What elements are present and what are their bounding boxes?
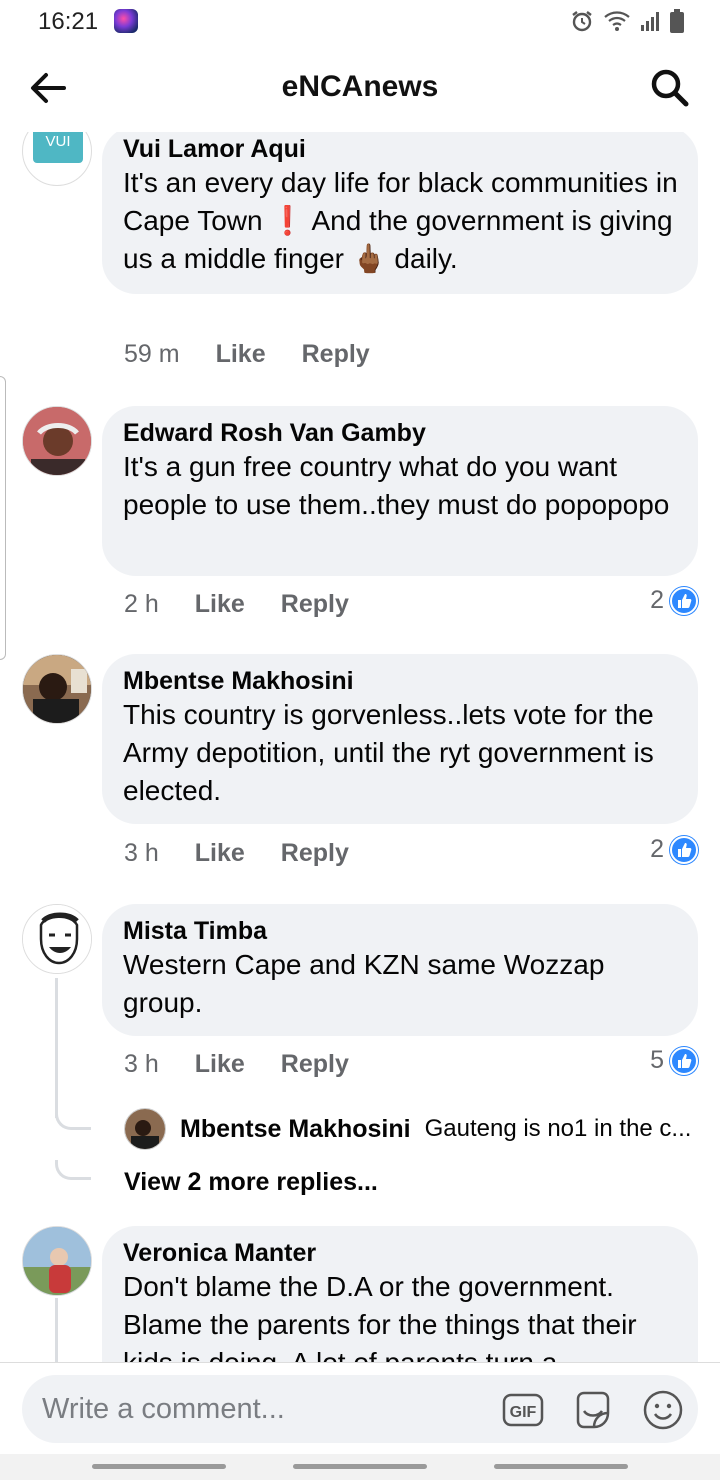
reaction-count: 2 <box>650 586 664 614</box>
wifi-icon <box>604 11 630 31</box>
profile-photo-icon <box>125 1109 165 1149</box>
like-button[interactable]: Like <box>216 340 266 369</box>
reply-preview[interactable]: Mbentse Makhosini Gauteng is no1 in the … <box>124 1108 691 1150</box>
thread-connector <box>55 1160 91 1180</box>
reaction-count: 2 <box>650 835 664 863</box>
page-title: eNCAnews <box>281 70 439 103</box>
avatar-logo-text: VUI <box>33 132 83 163</box>
comment-bubble[interactable]: Mista Timba Western Cape and KZN same Wo… <box>102 904 698 1036</box>
comment-actions: 3 h Like Reply <box>124 1050 349 1079</box>
status-bar: 16:21 <box>0 0 720 44</box>
comment-time[interactable]: 3 h <box>124 1050 159 1079</box>
comment-text: Don't blame the D.A or the government. B… <box>123 1271 637 1362</box>
comment-bubble[interactable]: Edward Rosh Van Gamby It's a gun free co… <box>102 406 698 576</box>
reply-button[interactable]: Reply <box>281 839 349 868</box>
meme-face-icon <box>23 905 91 973</box>
signal-icon <box>641 12 659 31</box>
comment-time[interactable]: 2 h <box>124 590 159 619</box>
view-more-replies-link[interactable]: View 2 more replies... <box>124 1168 378 1197</box>
home-nav-button[interactable] <box>293 1464 427 1469</box>
avatar[interactable]: VUI <box>22 132 92 186</box>
status-time: 16:21 <box>38 8 99 35</box>
comment-author[interactable]: Mista Timba <box>123 916 678 946</box>
comment-actions: 3 h Like Reply <box>124 839 349 868</box>
comment-text: Western Cape and KZN same Wozzap group. <box>123 949 605 1018</box>
avatar[interactable] <box>22 406 92 476</box>
emoji-button[interactable] <box>642 1389 684 1431</box>
recents-nav-button[interactable] <box>92 1464 226 1469</box>
reaction-summary[interactable]: 5 <box>650 1046 698 1075</box>
thread-line <box>55 1298 58 1362</box>
search-icon <box>651 69 689 107</box>
search-button[interactable] <box>648 66 692 110</box>
thumbs-up-icon <box>670 835 698 864</box>
comment-author[interactable]: Mbentse Makhosini <box>123 666 678 696</box>
comment-input[interactable] <box>42 1375 482 1443</box>
thumbs-up-icon <box>670 1046 698 1075</box>
status-icons <box>570 8 684 34</box>
app-header: eNCAnews <box>0 44 720 132</box>
avatar[interactable] <box>124 1108 166 1150</box>
comment-author[interactable]: Veronica Manter <box>123 1238 678 1268</box>
avatar[interactable] <box>22 904 92 974</box>
comment-text: It's a gun free country what do you want… <box>123 451 670 520</box>
comment-text: This country is gorvenless..lets vote fo… <box>123 699 654 806</box>
comment-actions: 2 h Like Reply <box>124 590 349 619</box>
profile-photo-icon <box>23 1227 91 1295</box>
sticker-button[interactable] <box>572 1389 614 1431</box>
thumbs-up-icon <box>670 586 698 615</box>
comments-feed[interactable]: VUI Vui Lamor Aqui It's an every day lif… <box>0 132 720 1362</box>
reply-button[interactable]: Reply <box>281 1050 349 1079</box>
comment-bubble[interactable]: Mbentse Makhosini This country is gorven… <box>102 654 698 824</box>
app-notification-icon <box>114 9 138 33</box>
comment-author[interactable]: Edward Rosh Van Gamby <box>123 418 678 448</box>
like-button[interactable]: Like <box>195 590 245 619</box>
reaction-summary[interactable]: 2 <box>650 586 698 615</box>
smiley-icon <box>643 1390 683 1430</box>
edge-panel-handle[interactable] <box>0 376 6 660</box>
thread-line <box>55 978 58 1118</box>
comment-actions: 59 m Like Reply <box>124 340 370 369</box>
reply-button[interactable]: Reply <box>281 590 349 619</box>
composer-box[interactable]: GIF <box>22 1375 698 1443</box>
avatar[interactable] <box>22 654 92 724</box>
thread-connector <box>55 1110 91 1130</box>
reply-button[interactable]: Reply <box>302 340 370 369</box>
reply-author[interactable]: Mbentse Makhosini <box>180 1115 411 1144</box>
gif-icon: GIF <box>502 1393 544 1427</box>
profile-photo-icon <box>23 655 91 723</box>
comment-time[interactable]: 59 m <box>124 340 180 369</box>
reaction-summary[interactable]: 2 <box>650 835 698 864</box>
svg-text:GIF: GIF <box>510 1404 537 1421</box>
comment-text: It's an every day life for black communi… <box>123 167 678 274</box>
reply-text: Gauteng is no1 in the c... <box>424 1115 692 1142</box>
comment-time[interactable]: 3 h <box>124 839 159 868</box>
alarm-icon <box>572 11 592 32</box>
back-nav-button[interactable] <box>494 1464 628 1469</box>
comment-bubble[interactable]: Veronica Manter Don't blame the D.A or t… <box>102 1226 698 1362</box>
system-nav-bar <box>0 1454 720 1480</box>
like-button[interactable]: Like <box>195 839 245 868</box>
comment-author[interactable]: Vui Lamor Aqui <box>123 134 678 164</box>
reaction-count: 5 <box>650 1046 664 1074</box>
sticker-icon <box>576 1391 610 1429</box>
comment-composer: GIF <box>0 1362 720 1454</box>
profile-photo-icon <box>23 407 91 475</box>
like-button[interactable]: Like <box>195 1050 245 1079</box>
comment-bubble[interactable]: Vui Lamor Aqui It's an every day life fo… <box>102 132 698 294</box>
gif-button[interactable]: GIF <box>502 1389 544 1431</box>
avatar[interactable] <box>22 1226 92 1296</box>
battery-icon <box>670 9 684 33</box>
